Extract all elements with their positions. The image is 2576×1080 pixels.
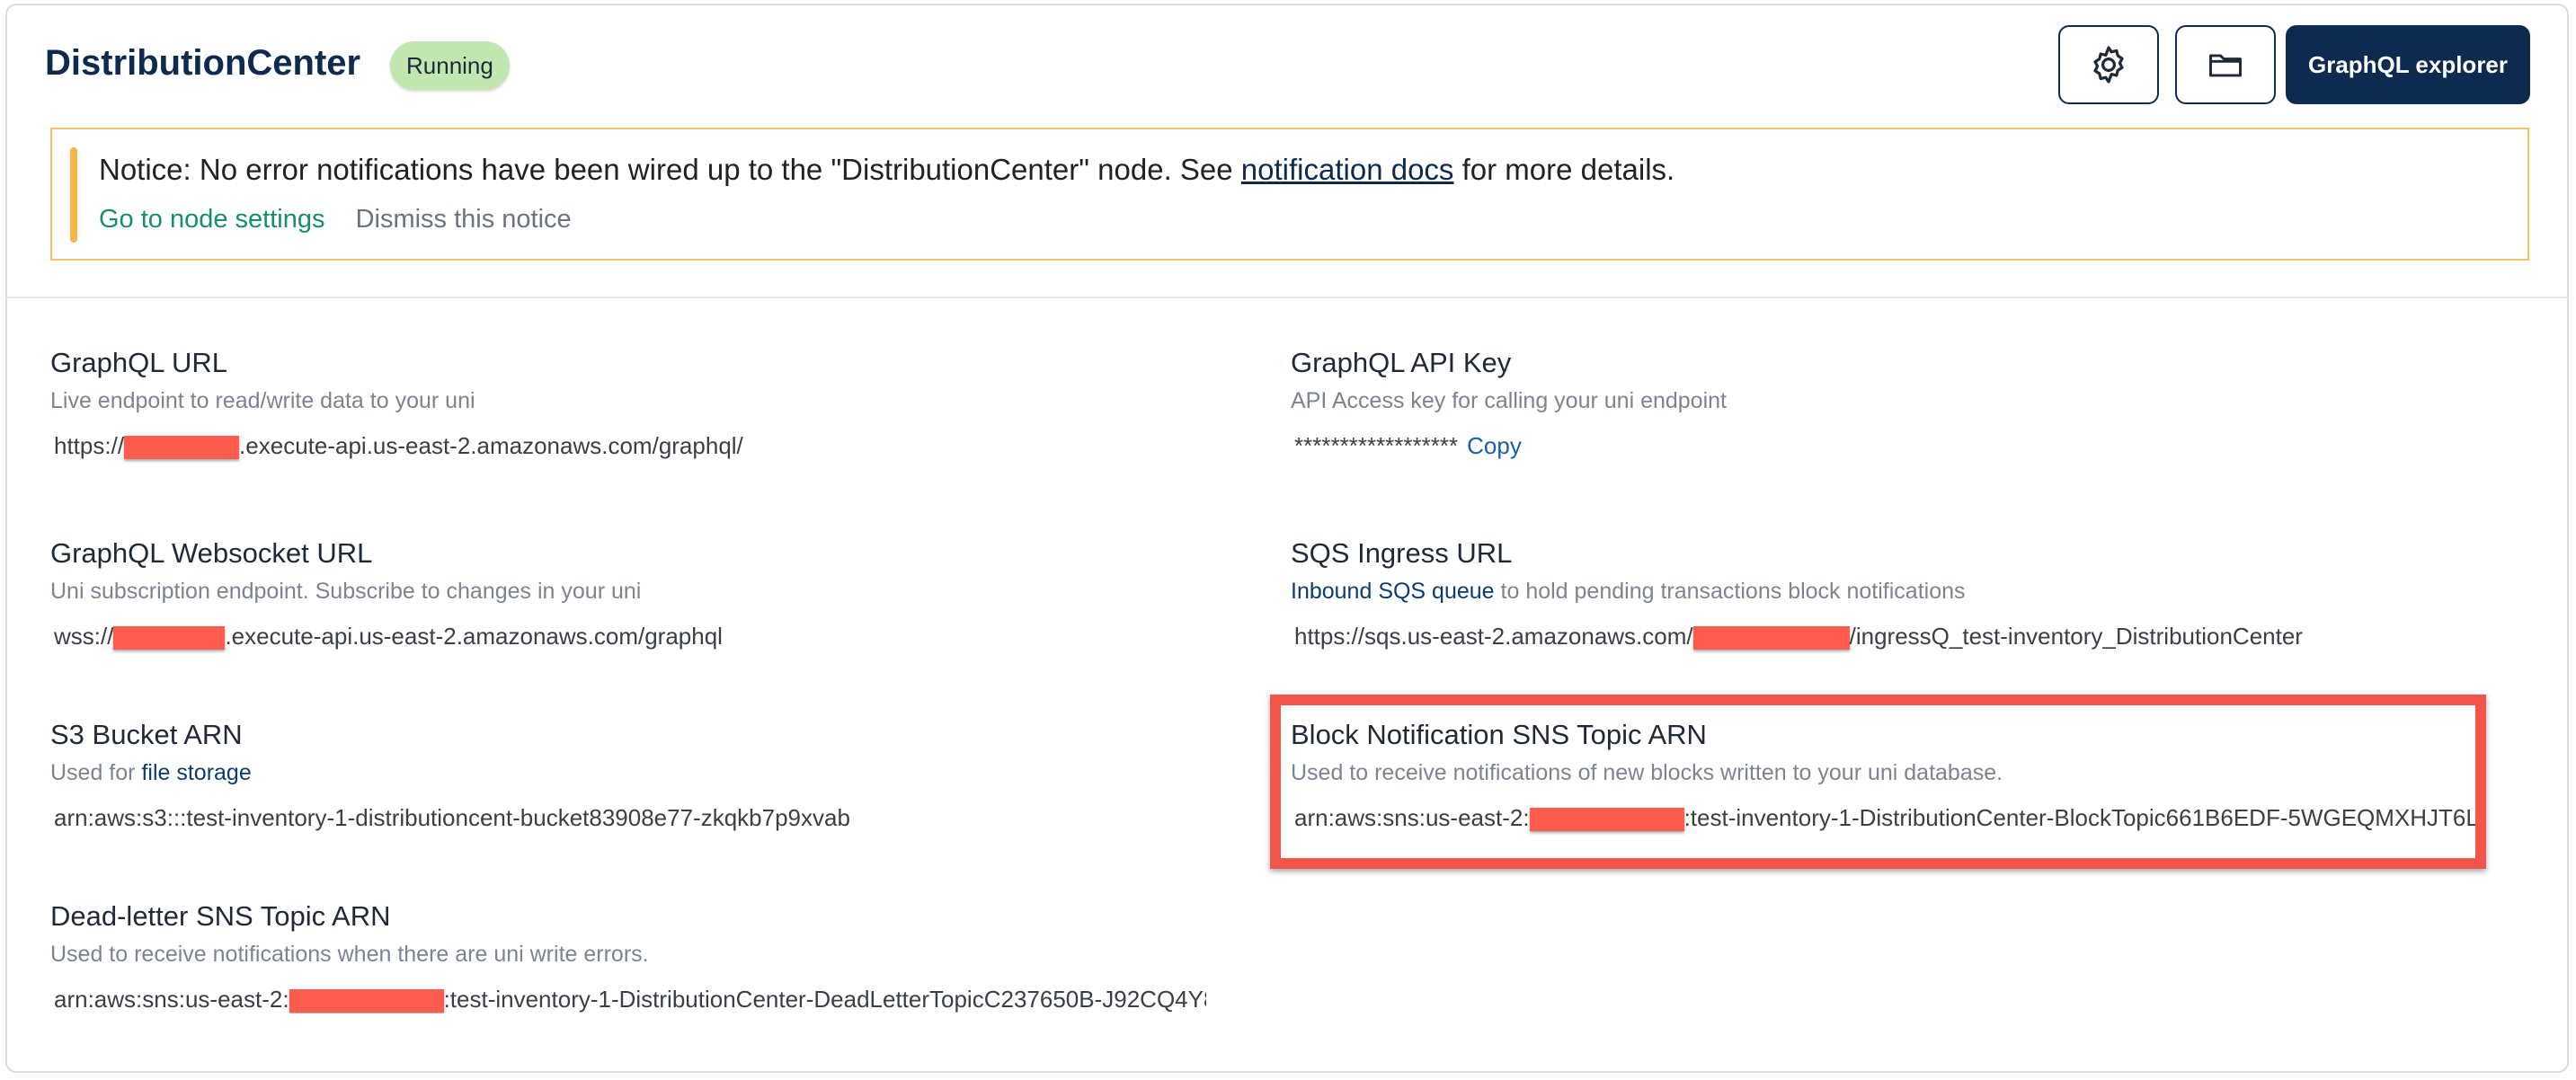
value-prefix: https://sqs.us-east-2.amazonaws.com/ bbox=[1294, 623, 1693, 650]
s3-bucket-arn-field: S3 Bucket ARN Used for file storage arn:… bbox=[50, 719, 850, 832]
field-value[interactable]: wss:// .execute-api.us-east-2.amazonaws.c… bbox=[50, 623, 723, 651]
notice-banner: Notice: No error notifications have been… bbox=[50, 128, 2529, 261]
description-text: to hold pending transactions block notif… bbox=[1494, 579, 1966, 604]
value-prefix: arn:aws:sns:us-east-2: bbox=[54, 986, 289, 1013]
value-suffix: .execute-api.us-east-2.amazonaws.com/gra… bbox=[239, 432, 743, 459]
field-description: Used to receive notifications when there… bbox=[50, 942, 649, 967]
websocket-url-field: GraphQL Websocket URL Uni subscription e… bbox=[50, 537, 723, 651]
field-label: SQS Ingress URL bbox=[1291, 537, 1513, 569]
highlight-box bbox=[1270, 695, 2486, 869]
sqs-ingress-url-field: SQS Ingress URL Inbound SQS queue to hol… bbox=[1291, 537, 2303, 651]
api-key-field: GraphQL API Key API Access key for calli… bbox=[1291, 347, 1727, 460]
file-storage-link[interactable]: file storage bbox=[141, 760, 251, 785]
field-description: Inbound SQS queue to hold pending transa… bbox=[1291, 579, 2303, 605]
field-label: Dead-letter SNS Topic ARN bbox=[50, 900, 391, 932]
settings-button[interactable] bbox=[2058, 25, 2159, 104]
files-button[interactable] bbox=[2175, 25, 2276, 104]
field-value[interactable]: arn:aws:sns:us-east-2: :test-inventory-1-… bbox=[50, 986, 1206, 1014]
gear-icon bbox=[2093, 46, 2124, 84]
value-prefix: wss:// bbox=[54, 623, 114, 650]
value-suffix: .execute-api.us-east-2.amazonaws.com/gra… bbox=[225, 623, 723, 650]
value-suffix: :test-inventory-1-DistributionCenter-Dea… bbox=[443, 986, 1206, 1013]
folder-icon bbox=[2209, 54, 2242, 77]
field-description: Used for file storage bbox=[50, 760, 850, 786]
field-label: GraphQL API Key bbox=[1291, 347, 1512, 378]
notice-text-before: Notice: No error notifications have been… bbox=[99, 153, 1241, 186]
page-title: DistributionCenter bbox=[45, 43, 361, 83]
redaction-mark bbox=[1692, 626, 1850, 651]
dead-letter-arn-field: Dead-letter SNS Topic ARN Used to receiv… bbox=[50, 900, 1206, 1014]
notice-text-after: for more details. bbox=[1453, 153, 1675, 186]
graphql-url-field: GraphQL URL Live endpoint to read/write … bbox=[50, 347, 743, 460]
field-description: Live endpoint to read/write data to your… bbox=[50, 388, 475, 413]
redaction-mark bbox=[289, 989, 444, 1014]
inbound-sqs-queue-link[interactable]: Inbound SQS queue bbox=[1291, 579, 1495, 604]
field-description: API Access key for calling your uni endp… bbox=[1291, 388, 1727, 413]
divider bbox=[5, 297, 2569, 298]
field-label: S3 Bucket ARN bbox=[50, 719, 243, 750]
value-suffix: /ingressQ_test-inventory_DistributionCen… bbox=[1849, 623, 2303, 650]
go-to-node-settings-link[interactable]: Go to node settings bbox=[99, 205, 325, 234]
notice-accent-bar bbox=[70, 147, 77, 243]
redaction-mark bbox=[124, 436, 240, 460]
field-label: GraphQL Websocket URL bbox=[50, 537, 373, 569]
field-value[interactable]: arn:aws:s3:::test-inventory-1-distributi… bbox=[50, 804, 850, 832]
notice-text: Notice: No error notifications have been… bbox=[99, 153, 1674, 187]
masked-key: ****************** bbox=[1294, 432, 1459, 459]
dismiss-notice-link[interactable]: Dismiss this notice bbox=[356, 205, 572, 234]
graphql-explorer-button[interactable]: GraphQL explorer bbox=[2286, 25, 2530, 104]
field-value[interactable]: https://sqs.us-east-2.amazonaws.com/ /ing… bbox=[1291, 623, 2303, 651]
field-value: ****************** Copy bbox=[1291, 432, 1727, 460]
copy-button[interactable]: Copy bbox=[1467, 432, 1522, 459]
notice-actions: Go to node settings Dismiss this notice bbox=[99, 205, 572, 235]
field-description: Uni subscription endpoint. Subscribe to … bbox=[50, 579, 642, 604]
field-label: GraphQL URL bbox=[50, 347, 227, 378]
value-prefix: https:// bbox=[54, 432, 125, 459]
field-value[interactable]: https:// .execute-api.us-east-2.amazonaws… bbox=[50, 432, 743, 460]
status-badge: Running bbox=[390, 41, 510, 90]
notification-docs-link[interactable]: notification docs bbox=[1241, 153, 1454, 186]
redaction-mark bbox=[113, 626, 226, 651]
description-text: Used for bbox=[50, 760, 142, 785]
